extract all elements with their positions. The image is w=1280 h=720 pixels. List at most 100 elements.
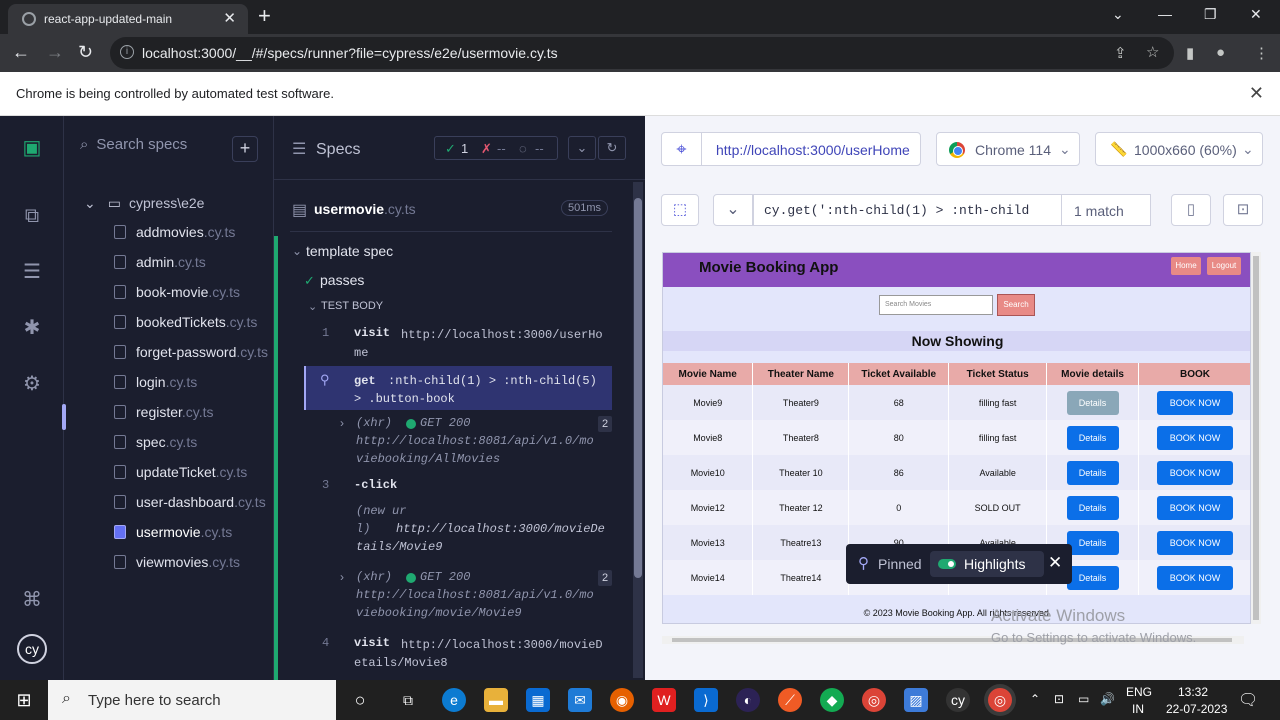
book-now-button[interactable]: BOOK NOW: [1157, 425, 1234, 450]
book-now-button[interactable]: BOOK NOW: [1157, 565, 1234, 590]
command-new-url[interactable]: (new url) http://localhost:3000/movieDet…: [304, 502, 612, 556]
details-button[interactable]: Details: [1066, 495, 1119, 520]
clock-time[interactable]: 13:32: [1178, 685, 1208, 699]
back-icon[interactable]: ←: [12, 42, 30, 62]
print-to-console-icon[interactable]: ⊡: [1223, 194, 1263, 226]
spec-item[interactable]: bookedTickets.cy.ts: [114, 314, 257, 334]
file-explorer-icon[interactable]: ▬: [484, 688, 508, 712]
address-bar[interactable]: i localhost:3000/__/#/specs/runner?file=…: [110, 37, 1174, 69]
battery-icon[interactable]: ▭: [1078, 692, 1089, 706]
scroll-thumb[interactable]: [634, 198, 642, 578]
command-visit[interactable]: 4 visit http://localhost:3000/movieDetai…: [304, 630, 612, 672]
rerun-button[interactable]: ↻: [598, 136, 626, 160]
book-now-button[interactable]: BOOK NOW: [1157, 530, 1234, 555]
spec-item[interactable]: register.cy.ts: [114, 404, 214, 424]
taskbar-search[interactable]: ⌕ Type here to search: [48, 680, 336, 720]
region-code[interactable]: IN: [1132, 702, 1144, 716]
task-view-icon[interactable]: ⧉: [396, 688, 420, 712]
search-button[interactable]: Search: [997, 294, 1035, 316]
selector-mode-select[interactable]: ⌄: [713, 194, 753, 226]
command-click[interactable]: 3 -click: [304, 474, 612, 496]
wps-icon[interactable]: W: [652, 688, 676, 712]
command-xhr[interactable]: › (xhr) GET 200 http://localhost:8081/ap…: [304, 414, 612, 468]
share-icon[interactable]: ⇪: [1114, 44, 1127, 62]
command-log-scrollbar[interactable]: [633, 182, 643, 678]
logout-button[interactable]: Logout: [1207, 257, 1241, 275]
keyboard-shortcuts-icon[interactable]: ⌘: [20, 588, 44, 612]
close-window-icon[interactable]: ✕: [1250, 6, 1262, 23]
close-infobar-icon[interactable]: ✕: [1249, 83, 1264, 104]
book-now-button[interactable]: BOOK NOW: [1157, 460, 1234, 485]
side-panel-icon[interactable]: ▮: [1186, 44, 1194, 62]
photos-icon[interactable]: ▨: [904, 688, 928, 712]
store-icon[interactable]: ▦: [526, 688, 550, 712]
site-info-icon[interactable]: i: [120, 45, 134, 59]
firefox-icon[interactable]: ◉: [610, 688, 634, 712]
specs-nav-icon[interactable]: ⧉: [20, 204, 44, 228]
test-title[interactable]: passes: [320, 272, 364, 288]
eclipse-icon[interactable]: ◐: [736, 688, 760, 712]
edge-icon[interactable]: e: [442, 688, 466, 712]
selector-input[interactable]: cy.get(':nth-child(1) > :nth-child 1 mat…: [753, 194, 1151, 226]
network-icon[interactable]: ⊡: [1054, 692, 1064, 706]
mail-icon[interactable]: ✉: [568, 688, 592, 712]
spec-item[interactable]: forget-password.cy.ts: [114, 344, 268, 364]
details-button[interactable]: Details: [1066, 565, 1119, 590]
clock-date[interactable]: 22-07-2023: [1166, 702, 1227, 716]
browser-select[interactable]: Chrome 114 ⌄: [936, 132, 1080, 166]
app-vertical-scrollbar[interactable]: [1251, 252, 1261, 624]
bookmark-star-icon[interactable]: ☆: [1146, 43, 1159, 61]
spec-item[interactable]: admin.cy.ts: [114, 254, 206, 274]
element-picker-icon[interactable]: ⬚: [661, 194, 699, 226]
volume-icon[interactable]: 🔊: [1100, 692, 1115, 706]
close-tab-icon[interactable]: ✕: [223, 9, 236, 27]
new-spec-button[interactable]: +: [232, 136, 258, 162]
highlights-toggle[interactable]: Highlights: [930, 551, 1044, 577]
suite-chevron-icon[interactable]: ⌄: [292, 244, 302, 258]
aut-url[interactable]: http://localhost:3000/userHome: [716, 142, 910, 158]
book-now-button[interactable]: BOOK NOW: [1157, 390, 1234, 415]
notifications-icon[interactable]: 🗨: [1238, 690, 1258, 710]
command-get-pinned[interactable]: ⚲ get :nth-child(1) > :nth-child(5) > .b…: [304, 366, 612, 410]
selector-playground-icon[interactable]: ⌖: [662, 133, 702, 165]
details-button[interactable]: Details: [1066, 390, 1119, 415]
spec-item[interactable]: viewmovies.cy.ts: [114, 554, 240, 574]
project-icon[interactable]: ▣: [20, 136, 44, 160]
toggle-switch[interactable]: [938, 559, 956, 569]
settings-nav-icon[interactable]: ⚙: [20, 372, 44, 396]
menu-icon[interactable]: ⋮: [1254, 44, 1269, 62]
scroll-thumb[interactable]: [1253, 256, 1259, 620]
viewport-select[interactable]: 📏 1000x660 (60%) ⌄: [1095, 132, 1263, 166]
spec-item[interactable]: updateTicket.cy.ts: [114, 464, 247, 484]
windows-start-icon[interactable]: ⊞: [12, 688, 36, 712]
home-button[interactable]: Home: [1171, 257, 1201, 275]
cortana-icon[interactable]: ○: [348, 688, 372, 712]
details-button[interactable]: Details: [1066, 460, 1119, 485]
profile-icon[interactable]: ●: [1216, 44, 1225, 61]
vscode-icon[interactable]: ⟩: [694, 688, 718, 712]
command-visit[interactable]: 1 visit http://localhost:3000/userHome: [304, 320, 612, 362]
spec-row[interactable]: ▤ usermovie.cy.ts 501ms: [290, 196, 612, 232]
tray-overflow-icon[interactable]: ⌃: [1030, 692, 1040, 706]
mongodb-icon[interactable]: ◆: [820, 688, 844, 712]
spec-item[interactable]: book-movie.cy.ts: [114, 284, 240, 304]
chrome-taskbar-icon[interactable]: ◎: [862, 688, 886, 712]
unpin-close-icon[interactable]: ✕: [1048, 553, 1062, 573]
reload-icon[interactable]: ↻: [78, 42, 93, 62]
details-button[interactable]: Details: [1066, 530, 1119, 555]
tab-search-icon[interactable]: ⌄: [1112, 6, 1124, 23]
movie-search-input[interactable]: Search Movies: [879, 295, 993, 315]
spec-item[interactable]: spec.cy.ts: [114, 434, 197, 454]
forward-icon[interactable]: →: [46, 42, 64, 62]
details-button[interactable]: Details: [1066, 425, 1119, 450]
language-code[interactable]: ENG: [1126, 685, 1152, 699]
runs-nav-icon[interactable]: ☰: [20, 260, 44, 284]
debug-nav-icon[interactable]: ✱: [20, 316, 44, 340]
spec-folder[interactable]: ⌄ ▭ cypress\e2e: [84, 195, 204, 212]
spec-search[interactable]: ⌕ Search specs: [80, 136, 187, 153]
postman-icon[interactable]: ⟋: [778, 688, 802, 712]
spec-item[interactable]: usermovie.cy.ts: [114, 524, 232, 544]
book-now-button[interactable]: BOOK NOW: [1157, 495, 1234, 520]
test-body-chevron-icon[interactable]: ⌄: [308, 300, 317, 313]
copy-icon[interactable]: ▯: [1171, 194, 1211, 226]
